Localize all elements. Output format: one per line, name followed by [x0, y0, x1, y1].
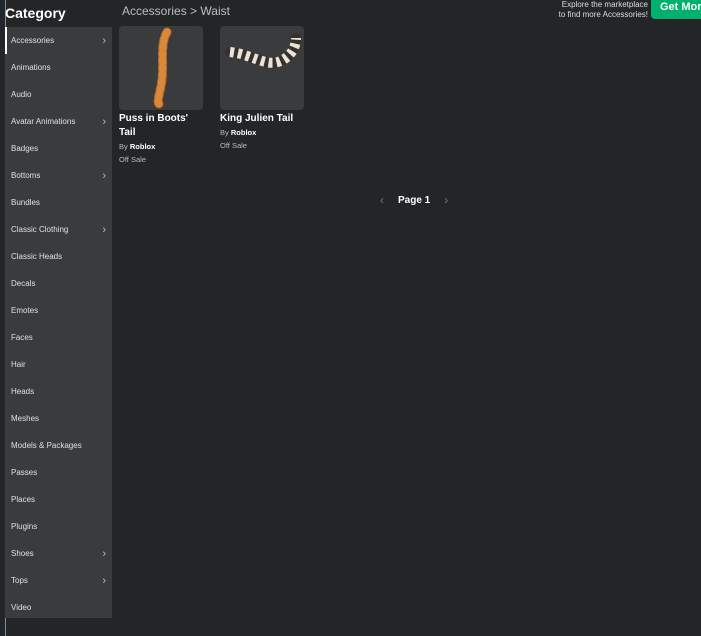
sidebar-item-classic-heads[interactable]: Classic Heads [5, 243, 112, 270]
sidebar-item-bottoms[interactable]: Bottoms › [5, 162, 112, 189]
promo-line: Explore the marketplace [561, 0, 648, 9]
sidebar-item-decals[interactable]: Decals [5, 270, 112, 297]
sidebar-item-video[interactable]: Video [5, 594, 112, 621]
sidebar-item-label: Plugins [11, 522, 38, 531]
category-title: Category [5, 5, 66, 21]
sidebar-item-hair[interactable]: Hair [5, 351, 112, 378]
pagination: ‹ Page 1 › [380, 193, 448, 207]
sidebar-item-label: Audio [11, 90, 32, 99]
next-page-button[interactable]: › [444, 193, 448, 207]
sidebar-item-label: Classic Clothing [11, 225, 69, 234]
sidebar-item-label: Passes [11, 468, 38, 477]
sidebar-item-label: Decals [11, 279, 36, 288]
sidebar-item-classic-clothing[interactable]: Classic Clothing › [5, 216, 112, 243]
chevron-right-icon: › [102, 574, 106, 587]
creator-link[interactable]: Roblox [130, 142, 155, 151]
sidebar-item-label: Bundles [11, 198, 40, 207]
item-card[interactable]: King Julien Tail By Roblox Off Sale [220, 26, 306, 150]
prev-page-button[interactable]: ‹ [380, 193, 384, 207]
item-creator: By Roblox [119, 142, 205, 151]
tail-image-icon [153, 27, 172, 109]
sidebar-item-passes[interactable]: Passes [5, 459, 112, 486]
sidebar-item-accessories[interactable]: Accessories › [5, 27, 112, 54]
sidebar-item-avatar-animations[interactable]: Avatar Animations › [5, 108, 112, 135]
breadcrumb-current: Waist [200, 4, 230, 18]
sidebar-item-label: Classic Heads [11, 252, 63, 261]
sidebar-item-label: Hair [11, 360, 26, 369]
breadcrumb-parent[interactable]: Accessories [122, 4, 187, 18]
item-card[interactable]: Puss in Boots' Tail By Roblox Off Sale [119, 26, 205, 164]
breadcrumb-separator: > [190, 4, 198, 18]
sidebar-item-label: Badges [11, 144, 39, 153]
sidebar-item-badges[interactable]: Badges [5, 135, 112, 162]
item-status: Off Sale [119, 155, 146, 164]
sidebar-item-emotes[interactable]: Emotes [5, 297, 112, 324]
sidebar-item-shoes[interactable]: Shoes › [5, 540, 112, 567]
sidebar-item-tops[interactable]: Tops › [5, 567, 112, 594]
sidebar-item-bundles[interactable]: Bundles [5, 189, 112, 216]
sidebar-item-label: Accessories [11, 36, 55, 45]
chevron-right-icon: › [102, 34, 106, 47]
sidebar-item-meshes[interactable]: Meshes [5, 405, 112, 432]
sidebar-item-label: Bottoms [11, 171, 41, 180]
sidebar-item-models-packages[interactable]: Models & Packages [5, 432, 112, 459]
sidebar-item-faces[interactable]: Faces [5, 324, 112, 351]
sidebar-item-label: Places [11, 495, 36, 504]
chevron-right-icon: › [102, 115, 106, 128]
sidebar-item-label: Faces [11, 333, 33, 342]
tail-image-icon [225, 33, 301, 68]
sidebar-item-label: Tops [11, 576, 28, 585]
item-name[interactable]: King Julien Tail [220, 112, 306, 126]
sidebar-item-heads[interactable]: Heads [5, 378, 112, 405]
sidebar-item-animations[interactable]: Animations [5, 54, 112, 81]
page-label: Page 1 [398, 194, 431, 206]
by-label: By [220, 128, 229, 137]
sidebar-item-label: Emotes [11, 306, 39, 315]
sidebar-item-label: Video [11, 603, 32, 612]
chevron-right-icon: › [102, 547, 106, 560]
sidebar-item-label: Heads [11, 387, 35, 396]
sidebar-item-label: Avatar Animations [11, 117, 76, 126]
sidebar-item-audio[interactable]: Audio [5, 81, 112, 108]
sidebar-item-label: Models & Packages [11, 441, 82, 450]
promo-text: Explore the marketplace to find more Acce… [530, 0, 648, 20]
sidebar-item-plugins[interactable]: Plugins [5, 513, 112, 540]
item-name[interactable]: Puss in Boots' Tail [119, 112, 205, 140]
sidebar-item-label: Meshes [11, 414, 40, 423]
sidebar-item-label: Shoes [11, 549, 34, 558]
category-sidebar: Accessories › Animations Audio Avatar Animat… [5, 27, 112, 618]
chevron-right-icon: › [102, 223, 106, 236]
item-thumbnail[interactable] [220, 26, 304, 110]
item-creator: By Roblox [220, 128, 306, 137]
promo-line: to find more Accessories! [558, 10, 648, 19]
sidebar-item-places[interactable]: Places [5, 486, 112, 513]
sidebar-item-label: Animations [11, 63, 51, 72]
breadcrumb: Accessories > Waist [122, 4, 230, 18]
get-more-button[interactable]: Get More [651, 0, 701, 19]
chevron-right-icon: › [102, 169, 106, 182]
creator-link[interactable]: Roblox [231, 128, 256, 137]
item-thumbnail[interactable] [119, 26, 203, 110]
item-status: Off Sale [220, 141, 247, 150]
by-label: By [119, 142, 128, 151]
